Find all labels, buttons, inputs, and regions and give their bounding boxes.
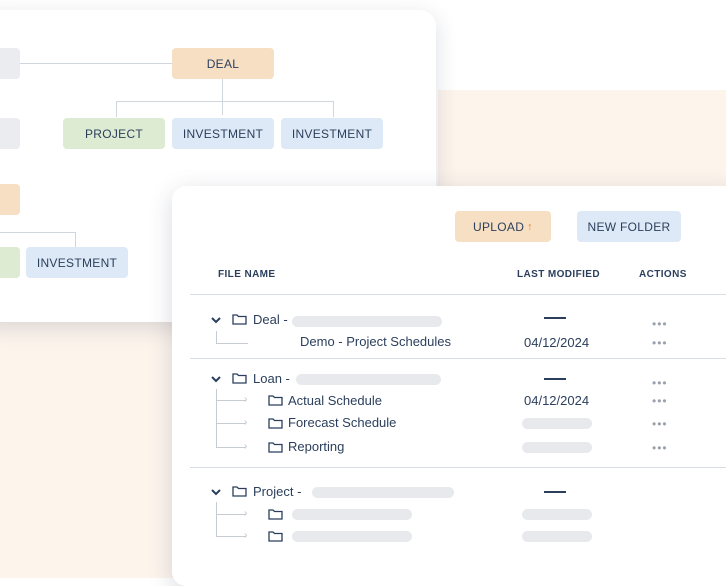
tree-node-partial <box>0 247 20 278</box>
placeholder-bar <box>292 509 412 520</box>
tree-node-partial <box>0 48 20 79</box>
folder-icon <box>232 486 247 497</box>
chevron-down-icon[interactable] <box>210 486 222 498</box>
upload-arrow-icon: ↑ <box>527 220 533 233</box>
chevron-down-icon[interactable] <box>210 373 222 385</box>
arrow-right-icon: › <box>244 530 248 541</box>
tree-connector <box>216 502 217 536</box>
tree-connector <box>216 400 246 401</box>
tree-connector <box>0 232 76 233</box>
folder-icon <box>268 418 283 429</box>
folder-name[interactable]: Forecast Schedule <box>288 415 396 430</box>
tree-node-partial <box>0 184 20 215</box>
tree-node-investment-left[interactable]: INVESTMENT <box>26 247 128 278</box>
tree-node-partial <box>0 118 20 149</box>
file-name[interactable]: Demo - Project Schedules <box>300 334 451 349</box>
arrow-right-icon: › <box>244 508 248 519</box>
tree-connector <box>75 232 76 247</box>
tree-connector <box>222 79 223 115</box>
date-placeholder-dash <box>544 491 566 493</box>
actions-menu-icon[interactable]: ••• <box>652 395 668 407</box>
tree-connector <box>116 101 334 102</box>
tree-node-investment[interactable]: INVESTMENT <box>281 118 383 149</box>
date-placeholder-bar <box>522 442 592 453</box>
tree-node-deal[interactable]: DEAL <box>172 48 274 79</box>
tree-connector <box>333 101 334 117</box>
folder-name[interactable]: Reporting <box>288 439 344 454</box>
actions-menu-icon[interactable]: ••• <box>652 377 668 389</box>
tree-node-investment[interactable]: INVESTMENT <box>172 118 274 149</box>
actions-menu-icon[interactable]: ••• <box>652 337 668 349</box>
upload-button[interactable]: UPLOAD ↑ <box>455 211 551 242</box>
group-divider <box>190 467 726 468</box>
header-divider <box>190 294 726 295</box>
column-header-file-name[interactable]: FILE NAME <box>218 269 276 280</box>
date-placeholder-dash <box>544 317 566 319</box>
tree-node-project[interactable]: PROJECT <box>63 118 165 149</box>
folder-name[interactable]: Actual Schedule <box>288 393 382 408</box>
tree-connector <box>216 343 248 344</box>
tree-connector <box>216 536 246 537</box>
folder-name-loan[interactable]: Loan - <box>253 371 290 386</box>
date-placeholder-bar <box>522 531 592 542</box>
tree-connector <box>216 514 246 515</box>
column-header-actions: ACTIONS <box>639 269 687 280</box>
column-header-last-modified[interactable]: LAST MODIFIED <box>517 269 600 280</box>
arrow-right-icon: › <box>244 417 248 428</box>
placeholder-bar <box>312 487 454 498</box>
folder-icon <box>232 373 247 384</box>
date-placeholder-bar <box>522 418 592 429</box>
group-divider <box>190 358 726 359</box>
tree-connector <box>216 447 246 448</box>
placeholder-bar <box>292 531 412 542</box>
placeholder-bar <box>292 316 442 327</box>
new-folder-button[interactable]: NEW FOLDER <box>577 211 681 242</box>
arrow-right-icon: › <box>244 394 248 405</box>
actions-menu-icon[interactable]: ••• <box>652 318 668 330</box>
folder-name-deal[interactable]: Deal - <box>253 312 288 327</box>
tree-connector <box>16 63 172 64</box>
tree-connector <box>116 101 117 117</box>
folder-name-project[interactable]: Project - <box>253 484 301 499</box>
folder-icon <box>232 314 247 325</box>
folder-icon <box>268 442 283 453</box>
actions-menu-icon[interactable]: ••• <box>652 442 668 454</box>
file-modified-date: 04/12/2024 <box>524 335 590 350</box>
chevron-down-icon[interactable] <box>210 314 222 326</box>
file-browser-card: UPLOAD ↑ NEW FOLDER FILE NAME LAST MODIF… <box>172 186 726 586</box>
actions-menu-icon[interactable]: ••• <box>652 418 668 430</box>
upload-label: UPLOAD <box>473 219 525 234</box>
tree-connector <box>216 423 246 424</box>
date-placeholder-dash <box>544 378 566 380</box>
folder-icon <box>268 509 283 520</box>
file-modified-date: 04/12/2024 <box>524 393 590 408</box>
arrow-right-icon: › <box>244 441 248 452</box>
placeholder-bar <box>296 374 441 385</box>
date-placeholder-bar <box>522 509 592 520</box>
tree-connector <box>216 389 217 448</box>
folder-icon <box>268 531 283 542</box>
tree-connector <box>216 331 217 343</box>
folder-icon <box>268 395 283 406</box>
